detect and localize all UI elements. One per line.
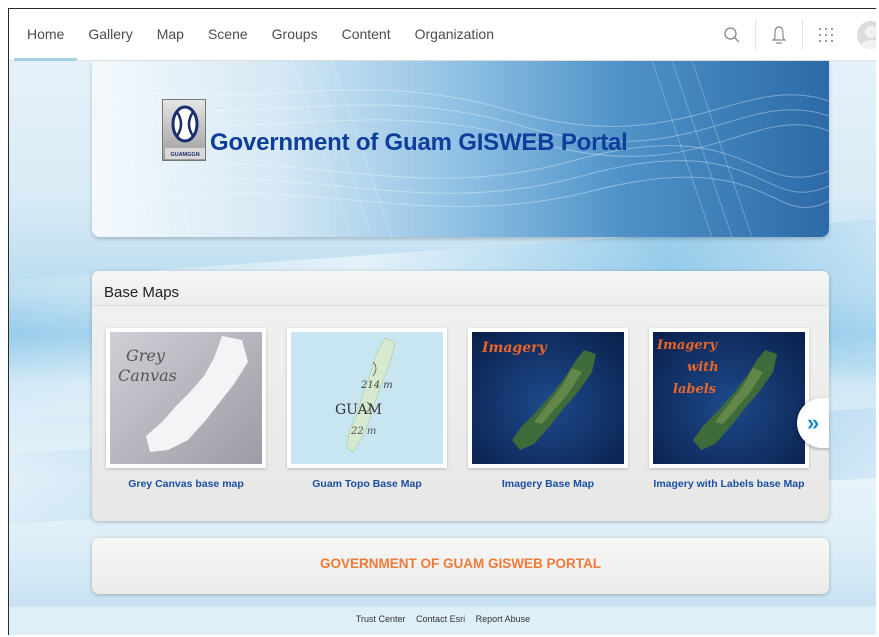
base-maps-panel: Base Maps Grey Canvas Grey Canvas base m… (92, 271, 829, 521)
guam-topo-thumbnail: 214 m GUAM 22 m (291, 332, 443, 464)
nav-organization[interactable]: Organization (415, 9, 494, 61)
imagery-labels-thumbnail: Imagery with labels (653, 332, 805, 464)
footer-link-report-abuse[interactable]: Report Abuse (476, 614, 531, 624)
base-map-thumbnail[interactable]: Imagery (468, 328, 628, 468)
thumb-label: with (687, 360, 719, 375)
footer-link-trust-center[interactable]: Trust Center (356, 614, 406, 624)
svg-text:GUAMGGN: GUAMGGN (170, 152, 199, 158)
base-map-thumbnail[interactable]: Imagery with labels (649, 328, 809, 468)
nav-scene[interactable]: Scene (208, 9, 248, 61)
thumb-label: GUAM (335, 402, 382, 418)
portal-banner: GUAMGGN Government of Guam GISWEB Portal (92, 61, 829, 237)
top-navigation: Home Gallery Map Scene Groups Content Or… (9, 9, 876, 61)
thumb-label: labels (673, 382, 716, 397)
base-map-card[interactable]: 214 m GUAM 22 m Guam Topo Base Map (287, 328, 447, 491)
thumb-label: Canvas (118, 366, 177, 385)
guam-logo: GUAMGGN (162, 99, 206, 161)
base-map-title[interactable]: Imagery Base Map (468, 478, 628, 491)
nav-gallery[interactable]: Gallery (88, 9, 132, 61)
footer-link-contact-esri[interactable]: Contact Esri (416, 614, 465, 624)
base-map-card[interactable]: Imagery Imagery Base Map (468, 328, 628, 491)
page-frame: Home Gallery Map Scene Groups Content Or… (8, 8, 876, 635)
banner-title: Government of Guam GISWEB Portal (210, 129, 628, 156)
search-icon[interactable] (709, 9, 755, 61)
imagery-thumbnail: Imagery (472, 332, 624, 464)
grey-canvas-thumbnail: Grey Canvas (110, 332, 262, 464)
nav-home[interactable]: Home (13, 9, 78, 61)
nav-content[interactable]: Content (342, 9, 391, 61)
base-maps-carousel: Grey Canvas Grey Canvas base map 214 m G… (92, 306, 829, 521)
base-map-title[interactable]: Grey Canvas base map (106, 478, 266, 491)
thumb-label: Imagery (657, 338, 718, 353)
base-maps-heading: Base Maps (92, 271, 829, 306)
base-map-card[interactable]: Grey Canvas Grey Canvas base map (106, 328, 266, 491)
footer-banner: GOVERNMENT OF GUAM GISWEB PORTAL (92, 538, 829, 594)
thumb-label: 214 m (361, 380, 393, 391)
app-grid-icon[interactable] (803, 9, 849, 61)
thumb-label: Grey (126, 346, 165, 365)
footer-links: Trust Center Contact Esri Report Abuse (9, 606, 876, 635)
base-map-thumbnail[interactable]: 214 m GUAM 22 m (287, 328, 447, 468)
nav-right-tools (709, 9, 876, 61)
nav-map[interactable]: Map (157, 9, 184, 61)
base-map-title[interactable]: Imagery with Labels base Map (649, 478, 809, 491)
base-map-card[interactable]: Imagery with labels Imagery with Labels … (649, 328, 809, 491)
nav-groups[interactable]: Groups (272, 9, 318, 61)
base-map-thumbnail[interactable]: Grey Canvas (106, 328, 266, 468)
base-map-title[interactable]: Guam Topo Base Map (287, 478, 447, 491)
bell-icon[interactable] (756, 9, 802, 61)
thumb-label: 22 m (351, 426, 377, 437)
avatar[interactable] (857, 21, 876, 49)
thumb-label: Imagery (482, 340, 547, 356)
